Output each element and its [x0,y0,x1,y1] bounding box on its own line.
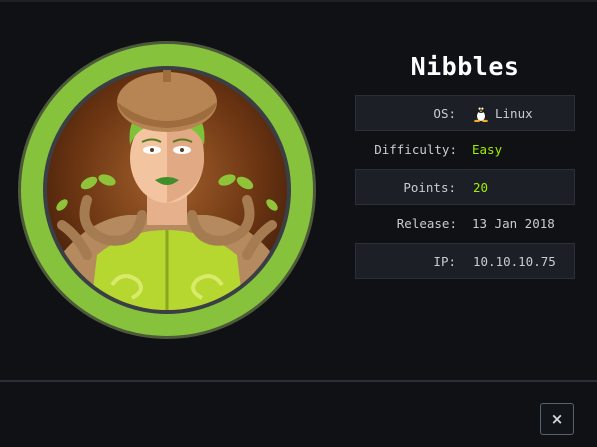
info-row-difficulty: Difficulty: Easy [355,132,575,168]
ip-value: 10.10.10.75 [473,254,556,269]
modal-top-border [0,0,597,2]
points-value: 20 [473,180,489,195]
footer-divider [0,380,597,382]
info-row-points: Points: 20 [355,169,575,205]
release-label: Release: [396,216,457,231]
machine-avatar [18,41,316,339]
ip-label: IP: [433,254,456,269]
info-row-ip: IP: 10.10.10.75 [355,243,575,279]
difficulty-value: Easy [472,142,503,157]
machine-info-modal: Nibbles OS: Linux Difficulty: Easy Point… [0,0,597,447]
points-label: Points: [403,180,456,195]
release-value: 13 Jan 2018 [472,216,555,231]
linux-tux-icon [474,104,488,122]
os-value: Linux [495,106,533,121]
info-row-os: OS: Linux [355,95,575,131]
os-value-wrap: Linux [473,96,533,132]
os-label: OS: [433,106,456,121]
difficulty-label: Difficulty: [374,142,457,157]
info-row-release: Release: 13 Jan 2018 [355,206,575,242]
machine-name: Nibbles [410,52,520,81]
close-button[interactable]: × [540,403,574,435]
